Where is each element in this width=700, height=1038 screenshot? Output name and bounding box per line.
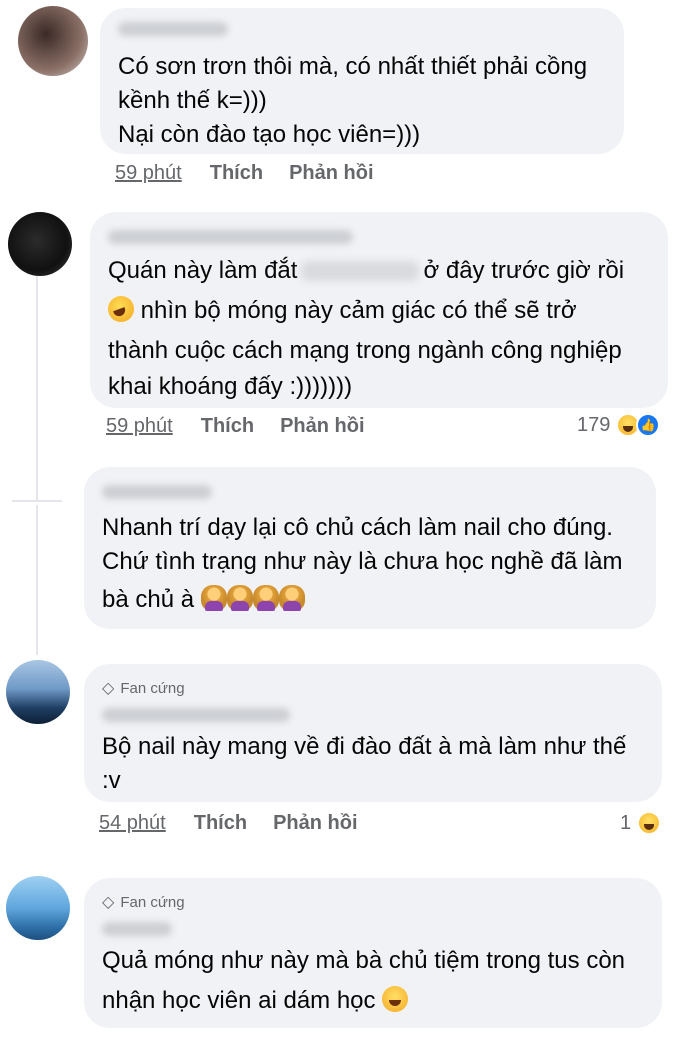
joy-emoji-icon <box>382 986 409 1012</box>
reply-button[interactable]: Phản hồi <box>289 162 373 185</box>
rofl-emoji-icon <box>108 296 134 322</box>
comment-bubble: Nhanh trí dạy lại cô chủ cách làm nail c… <box>84 467 656 629</box>
facepalm-emoji-icon <box>278 585 305 611</box>
comment-text: nhận học viên ai dám học <box>102 982 409 1020</box>
comment-bubble: Có sơn trơn thôi mà, có nhất thiết phải … <box>100 8 624 154</box>
reaction-count: 179 <box>577 413 611 436</box>
avatar[interactable] <box>6 660 70 724</box>
reaction-count: 1 <box>620 811 632 834</box>
comment-time[interactable]: 54 phút <box>99 812 166 835</box>
badge-label: Fan cứng <box>120 679 185 697</box>
comment-actions: 59 phút Thích Phản hồi <box>106 415 365 438</box>
comment-text: Nhanh trí dạy lại cô chủ cách làm nail c… <box>102 514 613 541</box>
badge-label: Fan cứng <box>120 893 185 911</box>
comment-text: Quả móng như này mà bà chủ tiệm trong tu… <box>102 947 626 974</box>
comment-text: thành cuộc cách mạng trong ngành công ng… <box>108 337 622 364</box>
comment-text: Quán này làm đắt ở đây trước giờ rồi <box>108 252 624 290</box>
commenter-name[interactable] <box>108 230 353 244</box>
comment-text: kềnh thế k=))) <box>118 87 267 114</box>
comment-text-part: Quán này làm đắt <box>108 257 298 284</box>
comment-bubble: ◇ Fan cứng Quả móng như này mà bà chủ ti… <box>84 878 662 1028</box>
commenter-name[interactable] <box>118 22 228 36</box>
comment-text: :v <box>102 767 121 794</box>
facepalm-emoji-icon <box>200 585 227 611</box>
facepalm-emoji-icon <box>226 585 253 611</box>
fan-badge: ◇ Fan cứng <box>102 892 185 912</box>
comment-text: Bộ nail này mang về đi đào đất à mà làm … <box>102 733 627 760</box>
commenter-name[interactable] <box>102 708 290 722</box>
reply-button[interactable]: Phản hồi <box>280 415 364 438</box>
avatar[interactable] <box>6 876 70 940</box>
comment-text-part: nhận học viên ai dám học <box>102 987 376 1014</box>
comment-time[interactable]: 59 phút <box>115 162 182 185</box>
avatar[interactable] <box>18 6 88 76</box>
comment-time[interactable]: 59 phút <box>106 415 173 438</box>
comment-bubble: ◇ Fan cứng Bộ nail này mang về đi đào đấ… <box>84 664 662 802</box>
comment-bubble: Quán này làm đắt ở đây trước giờ rồi nhìn… <box>90 212 668 408</box>
facepalm-emoji-icon <box>252 585 279 611</box>
comment-text: Có sơn trơn thôi mà, có nhất thiết phải … <box>118 53 588 80</box>
comment-text-part: nhìn bộ móng này cảm giác có thể sẽ trở <box>140 297 577 324</box>
like-button[interactable]: Thích <box>210 162 263 185</box>
diamond-icon: ◇ <box>102 894 115 911</box>
like-button[interactable]: Thích <box>194 812 247 835</box>
comment-text: khai khoáng đấy :))))))) <box>108 373 353 400</box>
commenter-name[interactable] <box>102 485 212 499</box>
comment-text: Chứ tình trạng như này là chưa học nghề … <box>102 548 623 575</box>
thread-line-branch <box>12 500 62 502</box>
blurred-mention <box>301 261 420 281</box>
comment-text-part: bà chủ à <box>102 586 195 613</box>
avatar[interactable] <box>8 212 72 276</box>
comment-actions: 59 phút Thích Phản hồi <box>115 162 374 185</box>
thread-line <box>36 505 38 655</box>
reaction-summary[interactable]: 1 <box>620 811 662 835</box>
like-reaction-icon: 👍 <box>636 413 661 437</box>
diamond-icon: ◇ <box>102 680 115 697</box>
comment-actions: 54 phút Thích Phản hồi <box>99 812 358 835</box>
comment-text: nhìn bộ móng này cảm giác có thể sẽ trở <box>108 292 577 330</box>
comment-text: bà chủ à <box>102 581 305 619</box>
thread-line <box>36 270 38 500</box>
reaction-summary[interactable]: 179 👍 <box>577 413 661 437</box>
fan-badge: ◇ Fan cứng <box>102 678 185 698</box>
comment-text-part: ở đây trước giờ rồi <box>423 257 625 284</box>
like-button[interactable]: Thích <box>201 415 254 438</box>
commenter-name[interactable] <box>102 922 172 936</box>
reply-button[interactable]: Phản hồi <box>273 812 357 835</box>
comment-text: Nại còn đào tạo học viên=))) <box>118 121 421 148</box>
haha-reaction-icon <box>637 811 662 835</box>
